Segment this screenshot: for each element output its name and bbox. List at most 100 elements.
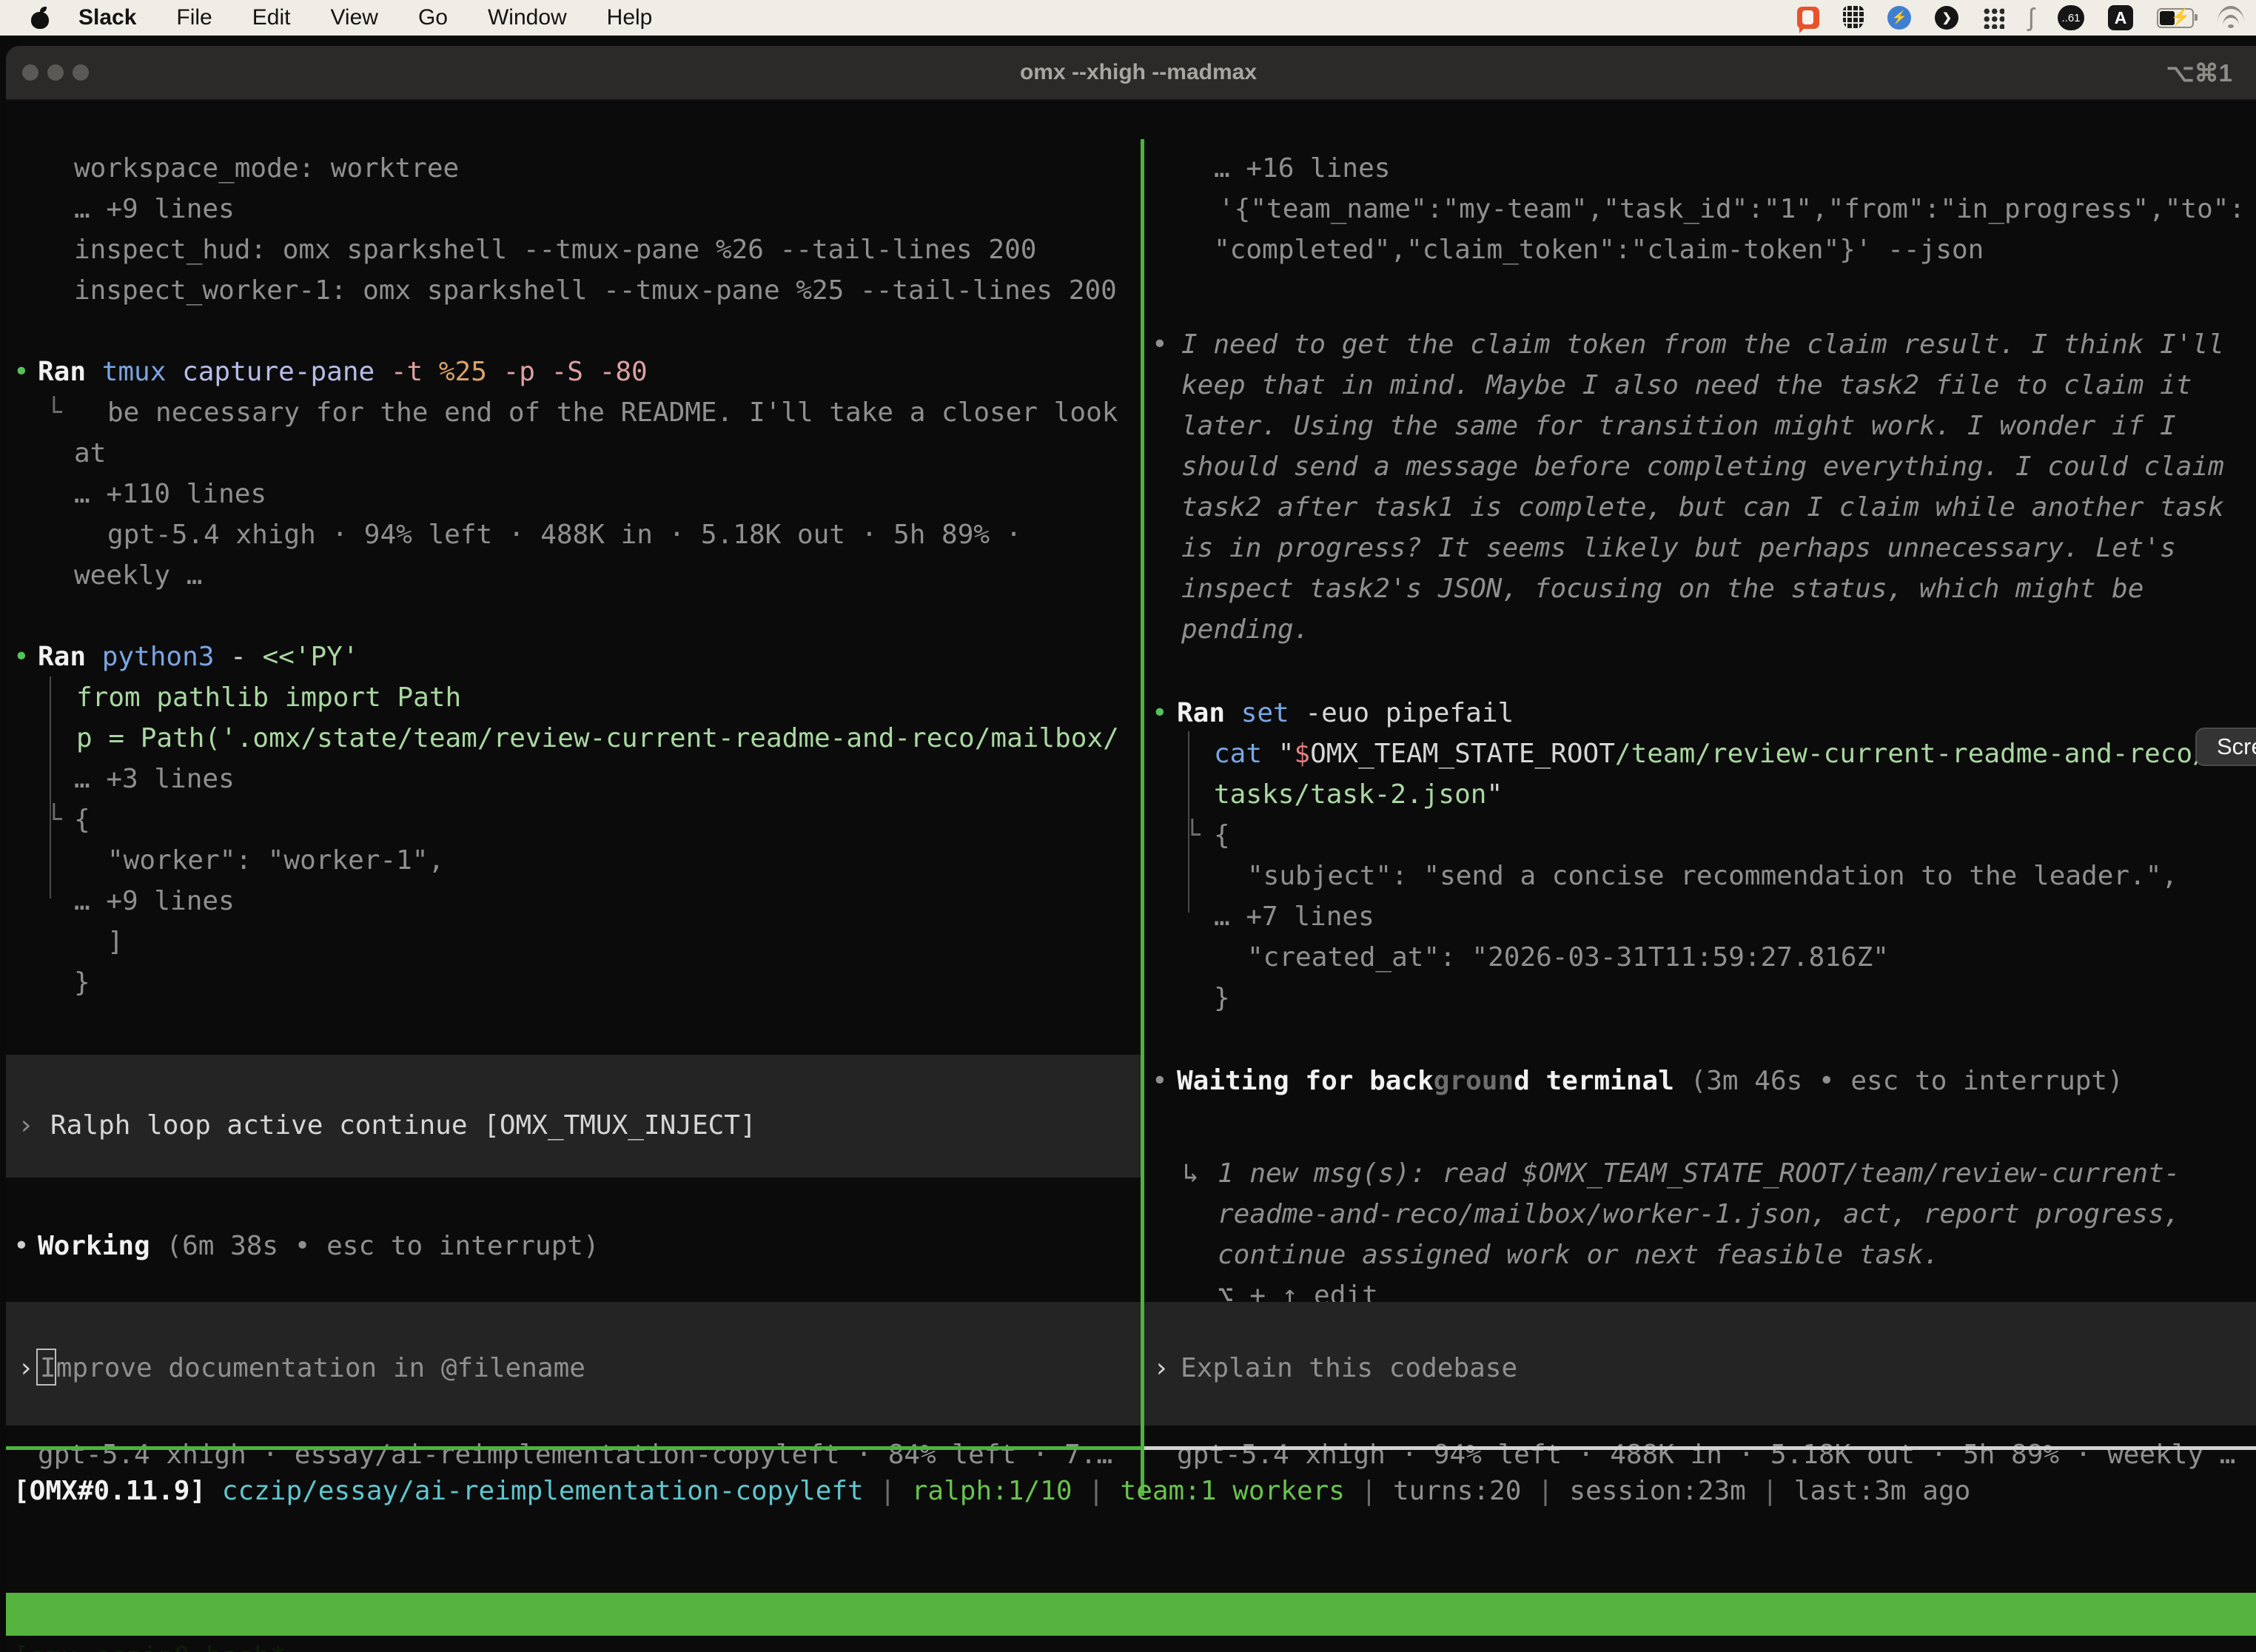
command-output-line: "subject": "send a concise recommendatio… [1247, 860, 2178, 893]
menu-item-edit[interactable]: Edit [252, 5, 291, 30]
working-row: • [13, 1230, 30, 1263]
a-badge-icon[interactable]: A [2108, 5, 2133, 30]
flag: -80 [600, 357, 648, 387]
ran-command-row: • [1152, 697, 1168, 730]
terminal-line: inspect_worker-1: omx sparkshell --tmux-… [74, 275, 1117, 307]
apple-logo-icon[interactable] [31, 7, 50, 29]
tmux-status-bar: [omx-cczip0:bash* "MacBook-Pro-44.local"… [6, 1593, 2256, 1636]
subcommand: capture-pane [182, 357, 391, 387]
waiting-label: d terminal [1514, 1066, 1674, 1096]
pane-divider[interactable] [1141, 139, 1144, 1496]
ran-command-row: • [13, 641, 30, 674]
terminal-line: "completed","claim_token":"claim-token"}… [1214, 234, 1984, 266]
ran-label: Ran [38, 357, 102, 387]
badge-count-icon[interactable]: ..61 [2058, 5, 2084, 30]
working-status: Working (6m 38s • esc to interrupt) [38, 1230, 600, 1263]
collapsed-lines-indicator: … +3 lines [74, 763, 235, 796]
thinking-line: task2 after task1 is complete, but can I… [1181, 491, 2224, 524]
bullet-icon: • [13, 1231, 30, 1261]
chat-notification-icon[interactable] [1797, 7, 1819, 29]
battery-icon[interactable]: ⚡ [2157, 8, 2194, 28]
thinking-line: I need to get the claim token from the c… [1181, 329, 2224, 361]
waiting-status: Waiting for background terminal (3m 46s … [1177, 1065, 2124, 1098]
dollar-sign: $ [1294, 739, 1310, 769]
thinking-line: is in progress? It seems likely but perh… [1181, 532, 2176, 565]
heredoc-marker: <<'PY' [262, 642, 358, 672]
omx-version: [OMX#0.11.9] [13, 1476, 222, 1506]
menu-item-file[interactable]: File [176, 5, 212, 30]
black-circle-icon[interactable]: ❯ [1935, 6, 1958, 30]
block-connector-line [50, 676, 51, 899]
menu-app-name[interactable]: Slack [78, 5, 136, 30]
flag: -p [503, 357, 551, 387]
ran-command-text: Ran set -euo pipefail [1177, 697, 1514, 730]
command-output-line: be necessary for the end of the README. … [107, 397, 1118, 429]
left-pane: workspace_mode: worktree … +9 lines insp… [6, 139, 1141, 1492]
code-line: cat "$OMX_TEAM_STATE_ROOT/team/review-cu… [1214, 738, 2209, 770]
prompt-placeholder[interactable]: Improve documentation in @filename [40, 1352, 585, 1385]
output-connector: └ [1184, 819, 1201, 852]
command-output-line: { [74, 804, 90, 836]
message-arrow-icon: ↳ [1183, 1158, 1199, 1190]
waiting-row: • [1152, 1065, 1168, 1098]
ran-label: Ran [1177, 698, 1241, 728]
collapsed-lines-indicator: … +9 lines [74, 193, 235, 226]
mailbox-message-line: continue assigned work or next feasible … [1218, 1239, 1939, 1272]
screenshot-toast[interactable]: Scre [2195, 728, 2256, 766]
waiting-label-shimmer: groun [1434, 1066, 1514, 1096]
collapsed-lines-indicator: … +9 lines [74, 885, 235, 918]
path-segment: /team/review-current-readme-and-reco/ [1615, 739, 2209, 769]
output-connector: └ [46, 397, 62, 429]
thinking-line: should send a message before completing … [1181, 451, 2224, 483]
command-output-line: gpt-5.4 xhigh · 94% left · 488K in · 5.1… [107, 519, 1021, 551]
prompt-chevron-icon: › [18, 1352, 34, 1385]
bullet-icon: • [1152, 329, 1168, 361]
ran-command-text: Ran python3 - <<'PY' [38, 641, 359, 674]
separator: | [1746, 1476, 1794, 1506]
model-status-line: gpt-5.4 xhigh · 94% left · 488K in · 5.1… [1177, 1439, 2235, 1471]
menu-item-window[interactable]: Window [488, 5, 567, 30]
thinking-line: later. Using the same for transition mig… [1181, 410, 2176, 443]
path-segment: tasks/task-2.json [1214, 779, 1486, 810]
separator: | [1521, 1476, 1569, 1506]
command-output-line: at [74, 437, 106, 470]
quote: " [1486, 779, 1503, 810]
screenshot-toast-label: Scre [2217, 733, 2256, 760]
thinking-line: keep that in mind. Maybe I also need the… [1181, 369, 2192, 402]
command-output-line: } [1214, 982, 1230, 1015]
window-shortcut: ⌥⌘1 [2166, 46, 2232, 99]
prompt-placeholder[interactable]: Explain this codebase [1181, 1352, 1517, 1385]
menu-item-view[interactable]: View [330, 5, 377, 30]
wifi-icon[interactable] [2218, 7, 2244, 28]
battery-bolt-icon: ⚡ [2170, 7, 2190, 27]
bullet-icon: • [13, 357, 30, 387]
env-var: OMX_TEAM_STATE_ROOT [1310, 739, 1615, 769]
command-output-line: "created_at": "2026-03-31T11:59:27.816Z" [1247, 941, 1889, 974]
shield-grid-icon[interactable] [1843, 6, 1864, 30]
ran-command-row: • [13, 356, 30, 389]
separator: | [1072, 1476, 1121, 1506]
ran-command-text: Ran tmux capture-pane -t %25 -p -S -80 [38, 356, 648, 389]
command-output-line: { [1214, 819, 1230, 852]
code-line: p = Path('.omx/state/team/review-current… [76, 722, 1119, 755]
dots-grid-icon[interactable] [1982, 7, 2004, 29]
menu-item-go[interactable]: Go [418, 5, 448, 30]
code-line: tasks/task-2.json" [1214, 779, 1503, 811]
bullet-icon: • [1152, 698, 1168, 728]
command-output-line: } [74, 967, 90, 999]
inactive-pane-border [1144, 1446, 2256, 1450]
dash-arg: - [230, 642, 262, 672]
hud-session-time: session:23m [1569, 1476, 1745, 1506]
flag: -t [391, 357, 439, 387]
menu-item-help[interactable]: Help [607, 5, 653, 30]
mailbox-message-line: 1 new msg(s): read $OMX_TEAM_STATE_ROOT/… [1218, 1158, 2180, 1190]
blue-bolt-icon[interactable]: ⚡ [1887, 6, 1911, 30]
hud-last-activity: last:3m ago [1794, 1476, 1970, 1506]
omx-hud-status-line: [OMX#0.11.9] cczip/essay/ai-reimplementa… [13, 1474, 1970, 1508]
menu-bar: Slack File Edit View Go Window Help ⚡ ❯ … [0, 0, 2256, 36]
model-status-line: gpt-5.4 xhigh · essay/ai-reimplementatio… [38, 1439, 1112, 1471]
tmux-session-window[interactable]: [omx-cczip0:bash* [13, 1636, 286, 1652]
menu-bar-left: Slack File Edit View Go Window Help [0, 5, 652, 30]
hud-project-path: cczip/essay/ai-reimplementation-copyleft [222, 1476, 864, 1506]
hook-icon[interactable]: ʃ [2028, 7, 2034, 29]
